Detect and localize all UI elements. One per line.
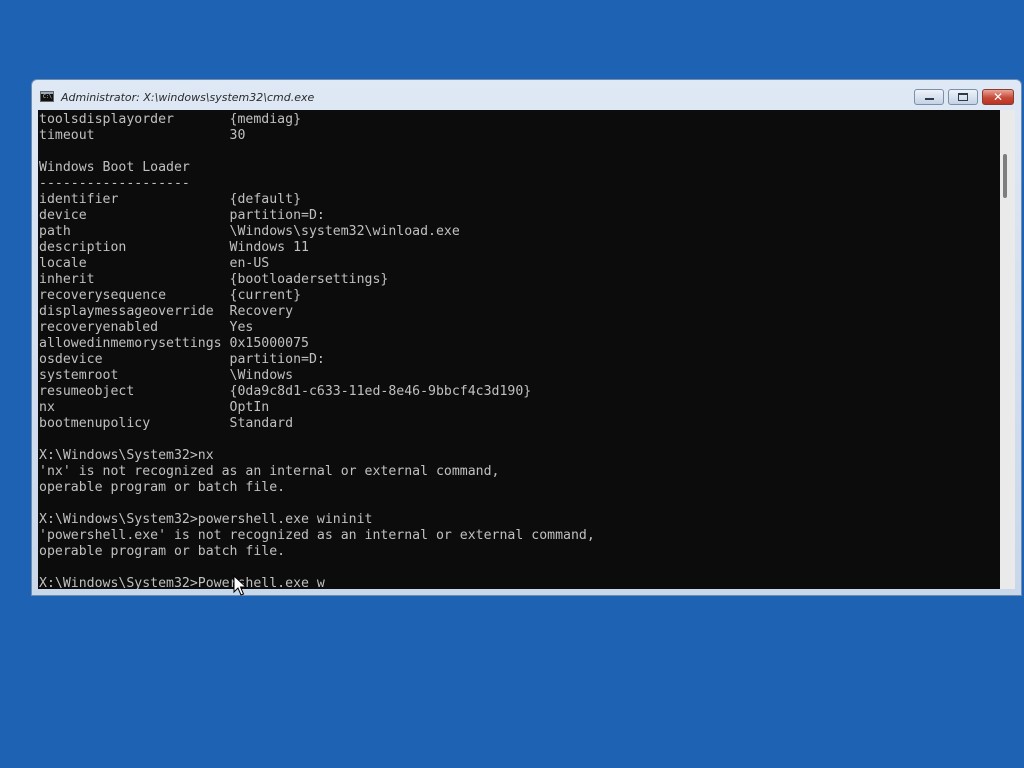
console-line: identifier {default} — [39, 192, 302, 207]
console-line: X:\Windows\System32>nx — [39, 448, 214, 463]
close-button[interactable]: ✕ — [982, 89, 1014, 105]
cmd-icon-text: C:\ — [43, 94, 53, 100]
console-line: operable program or batch file. — [39, 480, 286, 495]
console-line: description Windows 11 — [39, 240, 309, 255]
console-line: ------------------- — [39, 176, 190, 191]
console-line: osdevice partition=D: — [39, 352, 325, 367]
maximize-icon — [958, 93, 968, 101]
console-line: 'nx' is not recognized as an internal or… — [39, 464, 500, 479]
console-line: recoveryenabled Yes — [39, 320, 254, 335]
console-line: path \Windows\system32\winload.exe — [39, 224, 460, 239]
console-line: toolsdisplayorder {memdiag} — [39, 112, 302, 127]
close-icon: ✕ — [992, 90, 1004, 104]
console-line: bootmenupolicy Standard — [39, 416, 294, 431]
console-line: X:\Windows\System32>Powershell.exe w — [39, 576, 325, 589]
console-line: locale en-US — [39, 256, 270, 271]
console-line: operable program or batch file. — [39, 544, 286, 559]
console-line: timeout 30 — [39, 128, 246, 143]
mouse-pointer-icon — [233, 575, 247, 596]
maximize-button[interactable] — [948, 89, 978, 105]
console-line: device partition=D: — [39, 208, 325, 223]
scrollbar-thumb[interactable] — [1003, 154, 1007, 198]
console-text[interactable]: toolsdisplayorder {memdiag} timeout 30 Wi… — [39, 112, 595, 589]
console-line: nx OptIn — [39, 400, 270, 415]
console-line: allowedinmemorysettings 0x15000075 — [39, 336, 309, 351]
title-bar[interactable]: C:\ Administrator: X:\windows\system32\c… — [32, 80, 1021, 108]
console-line: resumeobject {0da9c8d1-c633-11ed-8e46-9b… — [39, 384, 532, 399]
console-line: systemroot \Windows — [39, 368, 294, 383]
minimize-icon — [925, 98, 934, 100]
console-line: inherit {bootloadersettings} — [39, 272, 389, 287]
minimize-button[interactable] — [914, 89, 944, 105]
console-line: Windows Boot Loader — [39, 160, 190, 175]
console-line: 'powershell.exe' is not recognized as an… — [39, 528, 595, 543]
cmd-window[interactable]: C:\ Administrator: X:\windows\system32\c… — [31, 79, 1022, 596]
console-output[interactable]: toolsdisplayorder {memdiag} timeout 30 Wi… — [38, 110, 1000, 589]
cmd-icon[interactable]: C:\ — [40, 91, 54, 102]
console-line: recoverysequence {current} — [39, 288, 302, 303]
window-title: Administrator: X:\windows\system32\cmd.e… — [61, 91, 315, 104]
console-line: X:\Windows\System32>powershell.exe winin… — [39, 512, 373, 527]
console-line: displaymessageoverride Recovery — [39, 304, 294, 319]
vertical-scrollbar[interactable] — [1000, 110, 1015, 589]
